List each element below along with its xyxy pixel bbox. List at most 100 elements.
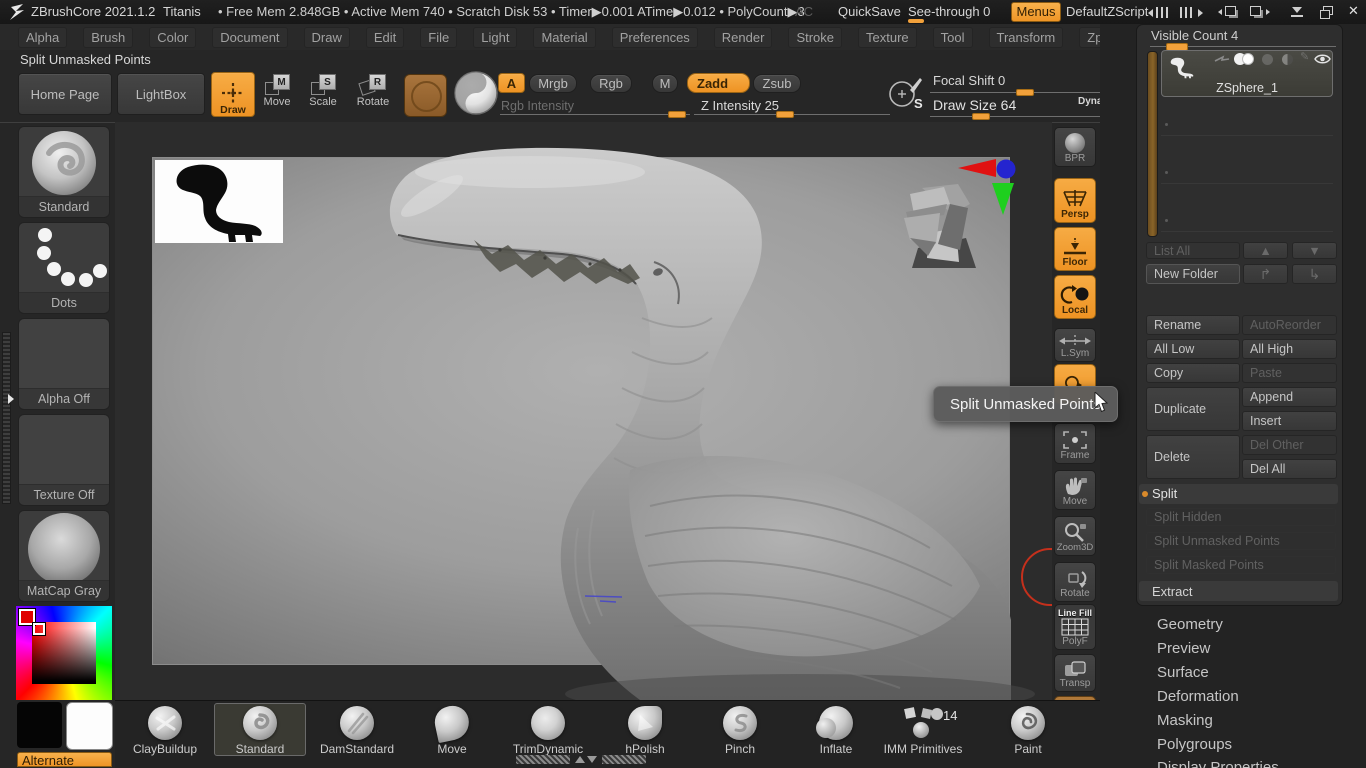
tray-brush-pinch[interactable]: Pinch <box>694 703 786 756</box>
autoreorder-button[interactable]: AutoReorder <box>1242 315 1337 335</box>
section-surface[interactable]: Surface <box>1157 664 1209 681</box>
subtool-flick-icon[interactable] <box>1214 55 1230 65</box>
tray-brush-hpolish[interactable]: hPolish <box>599 703 691 756</box>
stroke-selector-dots[interactable]: Dots <box>18 222 110 314</box>
persp-toggle[interactable]: Persp <box>1054 178 1096 223</box>
expand-right-tray-icon[interactable] <box>1180 7 1204 18</box>
z-intensity-handle[interactable] <box>776 111 794 118</box>
zoom3d-button[interactable]: Zoom3D <box>1054 516 1096 556</box>
zsub-toggle[interactable]: Zsub <box>753 74 801 93</box>
tray-brush-damstandard[interactable]: DamStandard <box>311 703 403 756</box>
tray-brush-standard[interactable]: Standard <box>214 703 306 756</box>
tray-brush-move[interactable]: Move <box>406 703 498 756</box>
dock-right-icon[interactable] <box>1248 5 1270 19</box>
extract-button[interactable]: Extract <box>1139 581 1338 601</box>
menu-texture[interactable]: Texture <box>858 27 917 48</box>
default-zscript-button[interactable]: DefaultZScript <box>1066 4 1148 19</box>
duplicate-button[interactable]: Duplicate <box>1146 387 1240 431</box>
menu-transform[interactable]: Transform <box>989 27 1064 48</box>
folder-move-up-button[interactable]: ↱ <box>1243 264 1288 284</box>
alpha-selector[interactable]: Alpha Off <box>18 318 110 410</box>
menu-document[interactable]: Document <box>212 27 287 48</box>
collapse-left-tray-icon[interactable] <box>1148 7 1172 18</box>
split-unmasked-points-button[interactable]: Split Unmasked Points <box>1146 532 1336 550</box>
section-polygroups[interactable]: Polygroups <box>1157 736 1232 753</box>
move-mode-button[interactable]: M Move <box>256 72 298 117</box>
visibility-eye-icon[interactable] <box>1314 53 1331 65</box>
tray-scroll-arrows[interactable] <box>570 755 602 764</box>
primary-color-swatch[interactable] <box>66 702 113 750</box>
tray-expand-arrow-icon[interactable] <box>8 394 14 404</box>
insert-button[interactable]: Insert <box>1242 411 1337 431</box>
menu-material[interactable]: Material <box>533 27 595 48</box>
subtool-item-active[interactable]: ✎ ZSphere_1 <box>1161 50 1333 97</box>
menu-tool[interactable]: Tool <box>933 27 973 48</box>
floor-toggle[interactable]: Floor <box>1054 227 1096 271</box>
uv-icon[interactable] <box>1262 54 1273 65</box>
mrgb-toggle[interactable]: Mrgb <box>529 74 577 93</box>
menus-button[interactable]: Menus <box>1011 2 1061 22</box>
rotate-camera-button[interactable]: Rotate <box>1054 562 1096 602</box>
menu-preferences[interactable]: Preferences <box>612 27 698 48</box>
draw-size-handle[interactable] <box>972 113 990 120</box>
del-all-button[interactable]: Del All <box>1242 459 1337 479</box>
bpr-render-button[interactable]: BPR <box>1054 127 1096 167</box>
close-icon[interactable]: ✕ <box>1348 3 1359 19</box>
append-button[interactable]: Append <box>1242 387 1337 407</box>
section-geometry[interactable]: Geometry <box>1157 616 1223 633</box>
menu-file[interactable]: File <box>420 27 457 48</box>
current-material-sphere[interactable] <box>453 70 499 116</box>
tray-brush-inflate[interactable]: Inflate <box>790 703 882 756</box>
see-through-slider[interactable]: See-through 0 <box>908 4 990 19</box>
alternate-button[interactable]: Alternate <box>17 752 112 767</box>
sv-selector[interactable] <box>33 623 45 635</box>
texture-selector[interactable]: Texture Off <box>18 414 110 506</box>
pencil-icon[interactable]: ✎ <box>1300 50 1309 63</box>
focal-shift-handle[interactable] <box>1016 89 1034 96</box>
dock-left-icon[interactable] <box>1218 5 1240 19</box>
subtool-row-dot[interactable] <box>1165 219 1168 222</box>
rgb-intensity-handle[interactable] <box>668 111 686 118</box>
polypaint-icon-2[interactable] <box>1242 53 1254 65</box>
brush-selector-standard[interactable]: Standard <box>18 126 110 218</box>
all-low-button[interactable]: All Low <box>1146 339 1240 359</box>
delete-button[interactable]: Delete <box>1146 435 1240 479</box>
draw-mode-button[interactable]: Draw <box>211 72 255 117</box>
lightbox-button[interactable]: LightBox <box>117 73 205 115</box>
home-page-button[interactable]: Home Page <box>18 73 112 115</box>
section-deformation[interactable]: Deformation <box>1157 688 1239 705</box>
tray-brush-trimdynamic[interactable]: TrimDynamic <box>502 703 594 756</box>
menu-draw[interactable]: Draw <box>304 27 350 48</box>
rename-button[interactable]: Rename <box>1146 315 1240 335</box>
menu-color[interactable]: Color <box>149 27 196 48</box>
local-toggle[interactable]: Local <box>1054 275 1096 319</box>
paste-button[interactable]: Paste <box>1242 363 1337 383</box>
subtool-scrollbar[interactable] <box>1147 51 1158 237</box>
canvas-viewport[interactable] <box>115 122 1052 700</box>
split-section-header[interactable]: Split <box>1139 484 1338 504</box>
anchor-toggle[interactable]: A <box>498 73 525 93</box>
section-display-properties[interactable]: Display Properties <box>1157 759 1279 768</box>
all-high-button[interactable]: All High <box>1242 339 1337 359</box>
menu-stroke[interactable]: Stroke <box>788 27 842 48</box>
rgb-toggle[interactable]: Rgb <box>590 74 632 93</box>
subtool-row-dot[interactable] <box>1165 123 1168 126</box>
local-symmetry-toggle[interactable]: L.Sym <box>1054 328 1096 362</box>
menu-brush[interactable]: Brush <box>83 27 133 48</box>
m-toggle[interactable]: M <box>652 74 678 93</box>
restore-icon[interactable] <box>1320 6 1332 18</box>
displacement-icon[interactable] <box>1282 54 1293 65</box>
subtool-up-button[interactable]: ▲ <box>1243 242 1288 259</box>
menu-edit[interactable]: Edit <box>366 27 404 48</box>
tray-brush-imm-primitives[interactable]: 14 IMM Primitives <box>877 703 969 756</box>
tray-brush-paint[interactable]: Paint <box>982 703 1074 756</box>
left-tray-resize-strip[interactable] <box>2 332 9 502</box>
draw-size-track[interactable] <box>930 116 1100 117</box>
transparency-button[interactable]: Transp <box>1054 654 1096 692</box>
stroke-brush-icon[interactable]: S <box>888 74 924 114</box>
section-masking[interactable]: Masking <box>1157 712 1213 729</box>
focal-shift-track[interactable] <box>930 92 1100 93</box>
polyframe-button[interactable]: Line Fill PolyF <box>1054 604 1096 650</box>
zadd-toggle[interactable]: Zadd <box>687 73 750 93</box>
list-all-button[interactable]: List All <box>1146 242 1240 259</box>
